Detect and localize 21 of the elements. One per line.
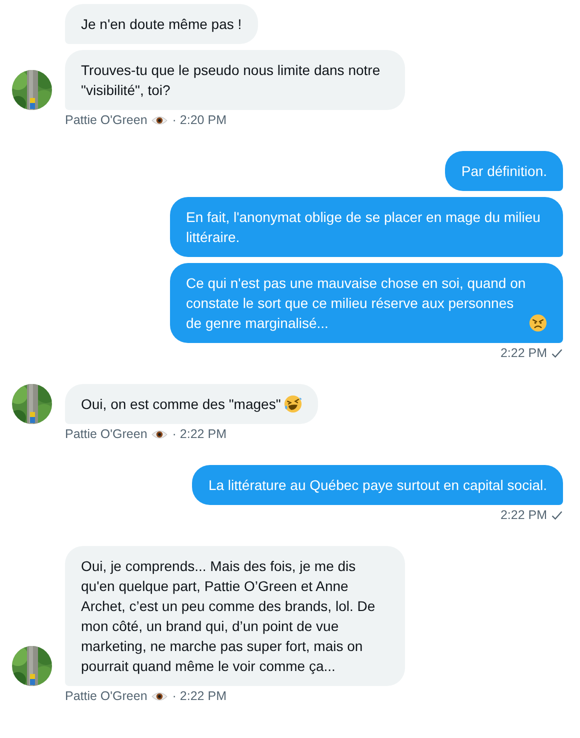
sender-name: Pattie O'Green bbox=[65, 689, 148, 703]
eye-icon bbox=[151, 428, 168, 440]
message-text: Ce qui n'est pas une mauvaise chose en soi, quand on constate le sort que ce milieu réserve aux personnes de genre marginalisé... bbox=[186, 274, 526, 333]
timestamp: · 2:20 PM bbox=[172, 113, 226, 127]
timestamp: · 2:22 PM bbox=[172, 427, 226, 441]
message-text: Oui, je comprends... Mais des fois, je me dis qu'en quelque part, Pattie O’Green et Anne Archet, c’est un peu comme des brands, lol. De mon côté, un brand qui, d’un point de vue marketing, ne marche pas super fort, mais on pourrait quand même le voir comme ça... bbox=[81, 557, 376, 676]
message-text: Trouves-tu que le pseudo nous limite dans notre "visibilité", toi? bbox=[81, 61, 382, 100]
angry-face-icon bbox=[529, 314, 547, 332]
sender-name: Pattie O'Green bbox=[65, 427, 148, 441]
sender-name: Pattie O'Green bbox=[65, 113, 148, 127]
eye-icon bbox=[151, 114, 168, 126]
message-text: La littérature au Québec paye surtout en capital social. bbox=[208, 476, 547, 495]
message-text: Par définition. bbox=[461, 162, 547, 181]
timestamp: · 2:22 PM bbox=[172, 689, 226, 703]
message-text: Je n'en doute même pas ! bbox=[81, 15, 242, 34]
timestamp: 2:22 PM bbox=[500, 346, 547, 360]
eye-icon bbox=[151, 690, 168, 702]
message-text: Oui, on est comme des "mages" bbox=[81, 395, 281, 414]
laughing-face-icon bbox=[284, 395, 302, 413]
timestamp: 2:22 PM bbox=[500, 508, 547, 522]
message-text: En fait, l'anonymat oblige de se placer en mage du milieu littéraire. bbox=[186, 208, 542, 247]
